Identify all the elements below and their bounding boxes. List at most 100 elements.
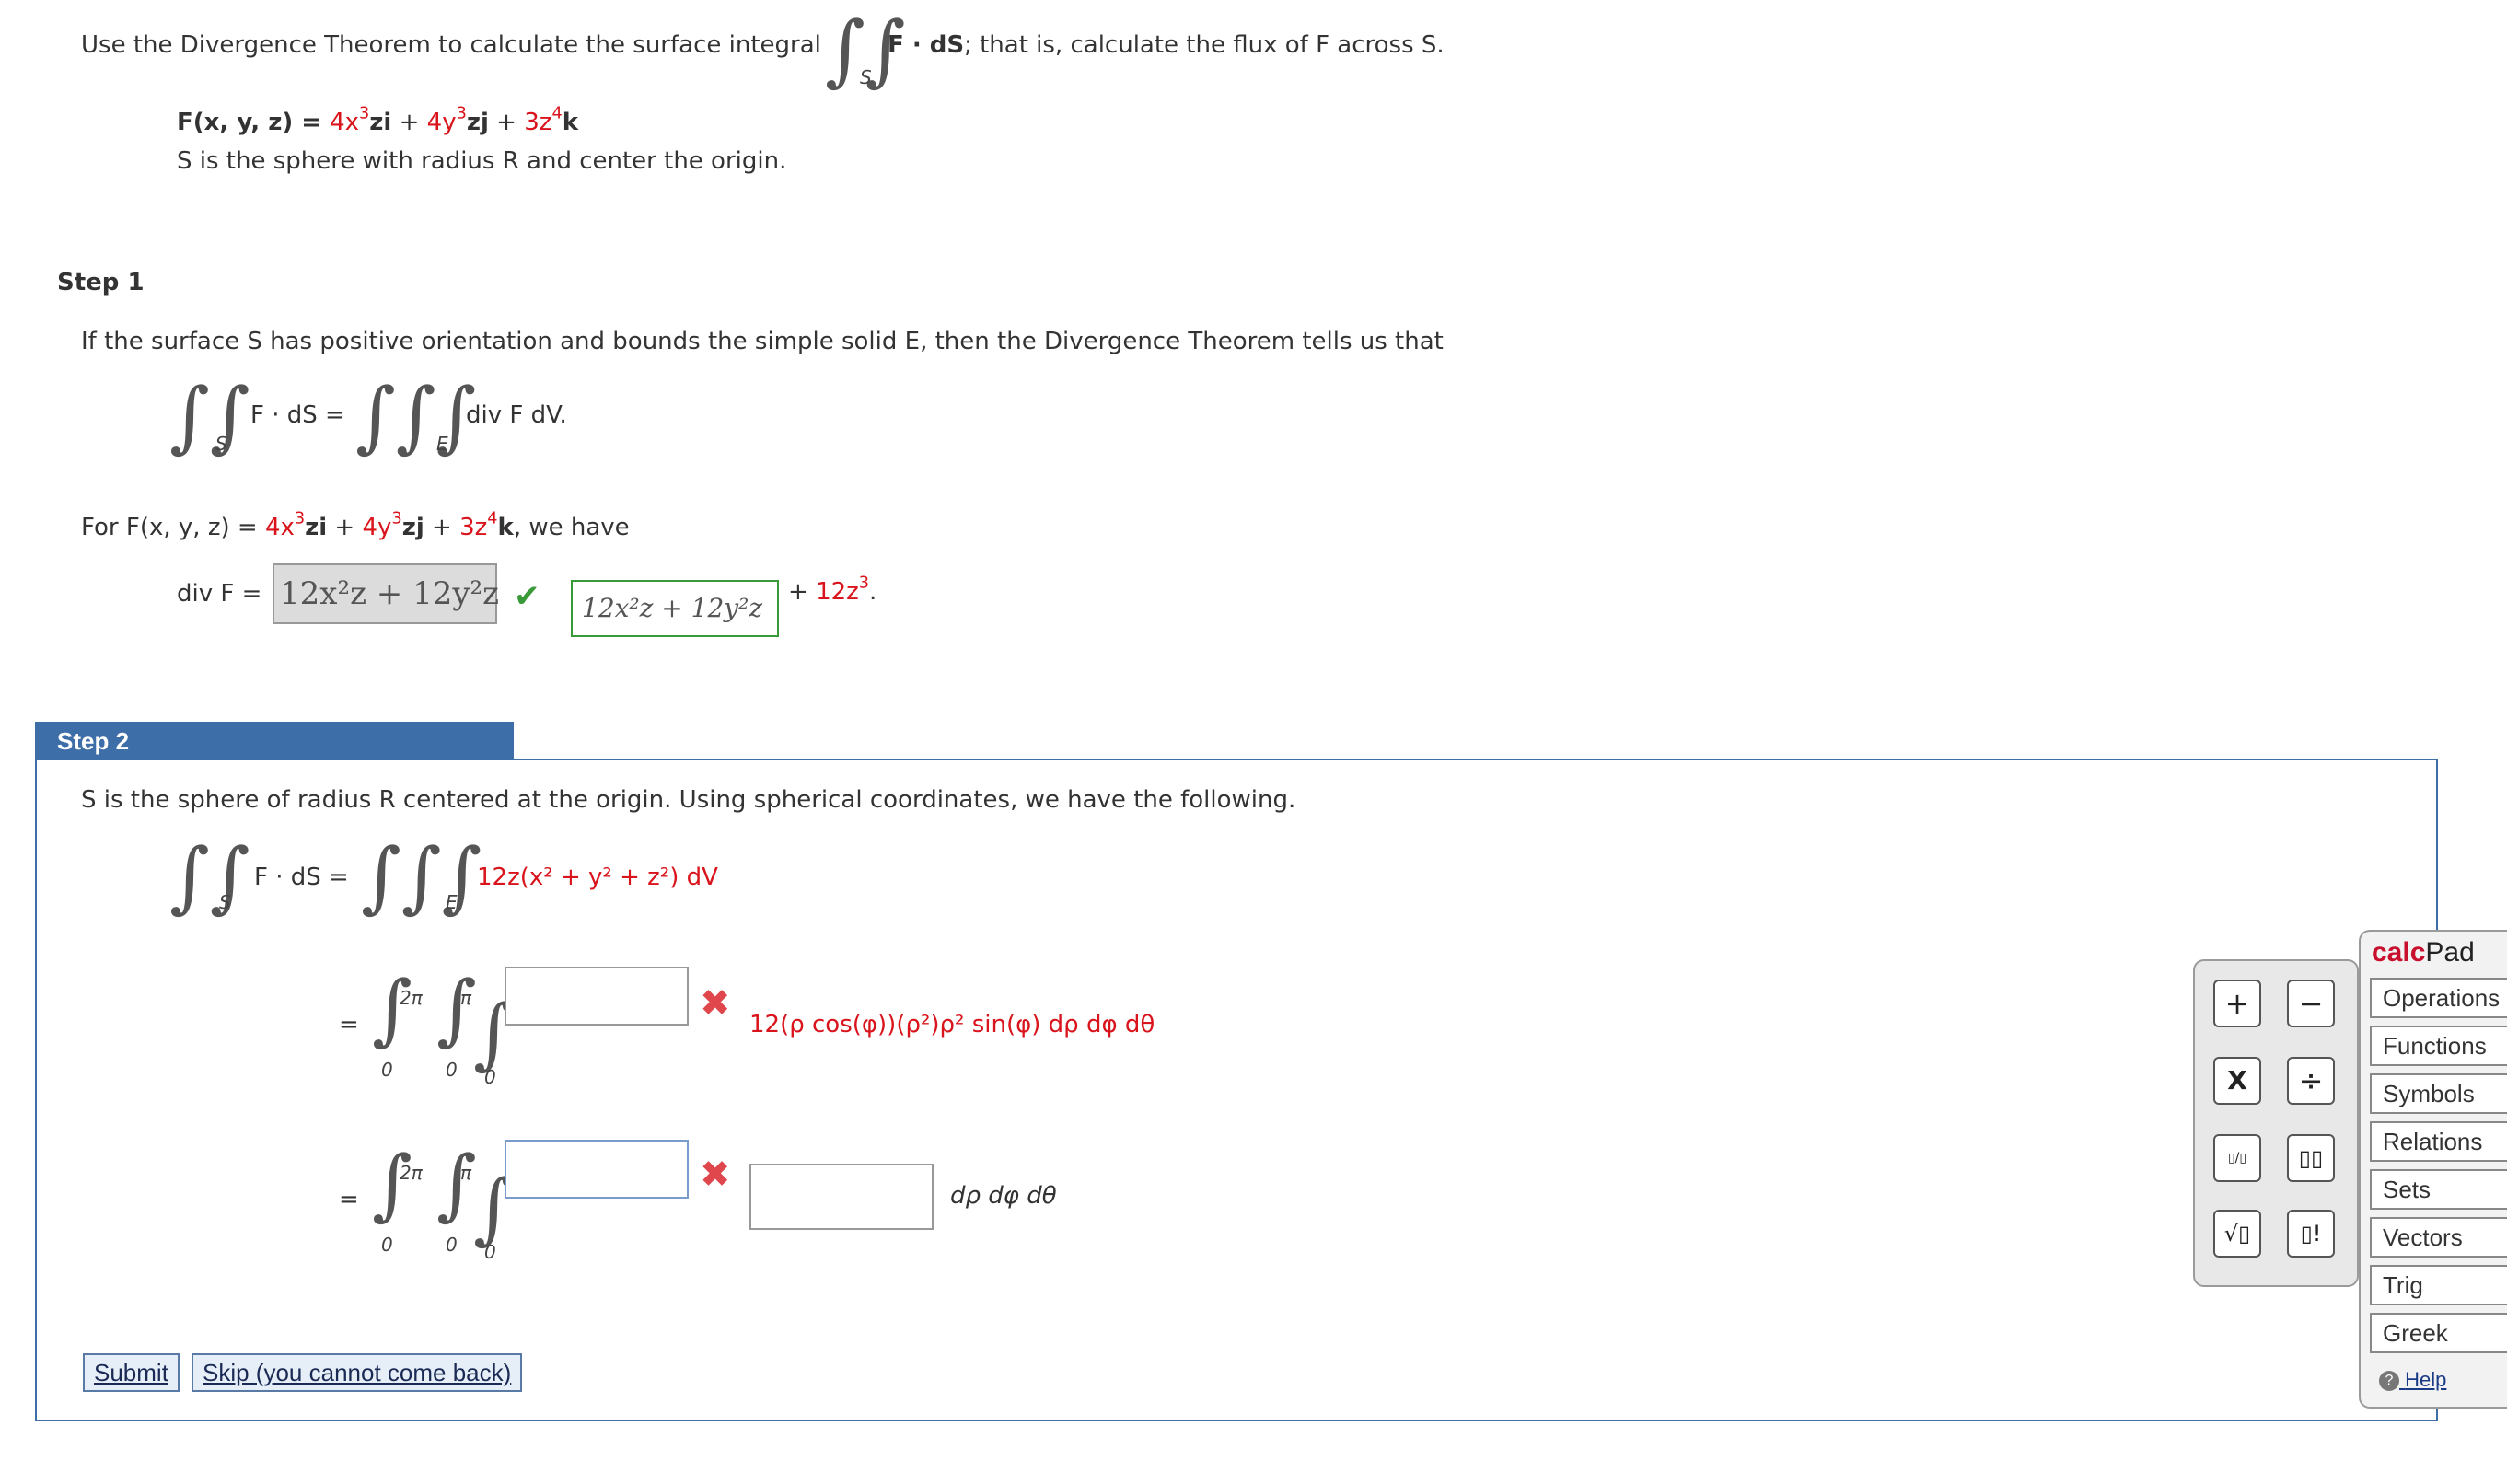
div-f-tail-period: . <box>869 578 877 606</box>
intro-text: Use the Divergence Theorem to calculate … <box>81 31 821 59</box>
field-term3-exp: 4 <box>551 104 563 123</box>
help-label: Help <box>2405 1368 2447 1391</box>
step1-plus-2: + <box>424 514 460 541</box>
skip-button[interactable]: Skip (you cannot come back) <box>192 1353 523 1392</box>
field-term1-coef: 4x <box>330 109 360 136</box>
step1-text: If the surface S has positive orientatio… <box>81 328 1444 355</box>
submit-button[interactable]: Submit <box>83 1353 180 1392</box>
step2-text: S is the sphere of radius R centered at … <box>81 786 1295 814</box>
step1-term2-exp: 3 <box>391 509 402 528</box>
divide-key[interactable]: ÷ <box>2287 1057 2335 1105</box>
step1-rhs-sub: E <box>436 433 448 455</box>
tab-operations[interactable]: Operations <box>2370 978 2507 1018</box>
step1-triple-integral-icon: ∫∫∫ <box>355 371 477 461</box>
row2-error-x-icon: ✖ <box>700 1154 731 1196</box>
calcpad-title-calc: calc <box>2372 937 2426 968</box>
row2-equals: = <box>339 1186 359 1213</box>
step1-term3-coef: 3z <box>459 514 488 541</box>
div-f-label: div F = <box>177 580 262 608</box>
calcpad-title-pad: Pad <box>2425 937 2475 968</box>
field-term1-tail: zi <box>369 109 392 136</box>
row2-integral-theta-icon: ∫ <box>372 1139 412 1229</box>
row1-upper-theta: 2π <box>400 987 423 1009</box>
step2-text-content: S is the sphere of radius R centered at … <box>81 786 1296 814</box>
field-term2-exp: 3 <box>456 104 467 123</box>
row2-upper-rho-input[interactable] <box>505 1140 689 1199</box>
row1-integral-phi-icon: ∫ <box>436 964 477 1054</box>
step1-double-integral-icon: ∫∫ <box>169 371 250 461</box>
step1-term1-tail: zi <box>305 514 328 541</box>
row1-equals: = <box>339 1011 359 1038</box>
tab-vectors[interactable]: Vectors <box>2370 1217 2507 1258</box>
intro-integrand: F · dS; that is, calculate the flux of F… <box>888 31 1445 59</box>
superscript-key[interactable]: ▯▯ <box>2287 1134 2335 1182</box>
step1-term2-tail: zj <box>401 514 424 541</box>
field-term3-tail: k <box>562 109 578 136</box>
row1-integrand: 12(ρ cos(φ))(ρ²)ρ² sin(φ) dρ dφ dθ <box>749 1011 1155 1038</box>
row1-upper-rho-input[interactable] <box>505 967 689 1026</box>
tab-symbols[interactable]: Symbols <box>2370 1073 2507 1114</box>
step1-term3-exp: 4 <box>487 509 498 528</box>
step1-term2-coef: 4y <box>362 514 392 541</box>
field-lhs: F(x, y, z) = <box>177 109 331 136</box>
row2-upper-theta: 2π <box>400 1162 423 1184</box>
div-f-answer-input[interactable]: 12x²z + 12y²z <box>273 563 499 624</box>
step1-term1-exp: 3 <box>294 509 306 528</box>
step1-term1-coef: 4x <box>264 514 295 541</box>
surface-description: S is the sphere with radius R and center… <box>177 147 787 175</box>
step1-term3-tail: k <box>497 514 514 541</box>
step2-rhs-integrand: 12z(x² + y² + z²) dV <box>477 864 718 891</box>
step2-lhs-sub: S <box>219 891 231 913</box>
field-term3-coef: 3z <box>524 109 552 136</box>
intro-integral-sub: S <box>860 66 872 88</box>
row2-lower-phi: 0 <box>446 1234 458 1256</box>
tab-greek[interactable]: Greek <box>2370 1313 2507 1353</box>
calcpad-help-link[interactable]: ? Help <box>2379 1368 2446 1392</box>
tab-trig[interactable]: Trig <box>2370 1265 2507 1305</box>
sqrt-key[interactable]: √▯ <box>2213 1210 2261 1258</box>
step2-lhs: F · dS = <box>254 864 349 891</box>
minus-key[interactable]: − <box>2287 980 2335 1027</box>
tab-relations[interactable]: Relations <box>2370 1121 2507 1162</box>
row1-integral-theta-icon: ∫ <box>372 964 412 1054</box>
help-icon: ? <box>2379 1371 2399 1392</box>
row2-lower-rho: 0 <box>484 1241 496 1263</box>
field-term2-tail: zj <box>466 109 489 136</box>
correct-check-icon: ✔ <box>514 578 540 615</box>
intro-text-after: ; that is, calculate the flux of F acros… <box>964 31 1445 59</box>
fraction-key[interactable]: ▯/▯ <box>2213 1134 2261 1182</box>
step1-lhs: F · dS = <box>250 401 345 429</box>
field-plus-2: + <box>488 109 525 136</box>
row1-lower-rho: 0 <box>484 1066 496 1088</box>
intro-integrand-text: F · dS <box>888 31 965 59</box>
div-f-tail: + 12z3. <box>788 575 877 606</box>
field-term2-coef: 4y <box>426 109 457 136</box>
step1-lhs-sub: S <box>215 433 227 455</box>
row1-lower-theta: 0 <box>381 1059 393 1081</box>
step1-label: Step 1 <box>57 269 145 296</box>
step2-label: Step 2 <box>35 722 514 760</box>
step1-plus-1: + <box>327 514 363 541</box>
row2-integral-phi-icon: ∫ <box>436 1139 477 1229</box>
factorial-key[interactable]: ▯! <box>2287 1210 2335 1258</box>
field-plus-1: + <box>391 109 427 136</box>
step1-for-start: For F(x, y, z) = <box>81 514 265 541</box>
tab-sets[interactable]: Sets <box>2370 1169 2507 1210</box>
calcpad-title: calcPad <box>2372 937 2475 968</box>
row1-upper-phi: π <box>460 987 472 1009</box>
div-f-tail-term: 12z <box>816 578 859 606</box>
row1-lower-phi: 0 <box>446 1059 458 1081</box>
intro-text-before: Use the Divergence Theorem to calculate … <box>81 31 821 59</box>
step1-rhs: div F dV. <box>466 401 567 429</box>
plus-key[interactable]: + <box>2213 980 2261 1027</box>
row2-integrand-input[interactable] <box>749 1164 934 1230</box>
times-key[interactable]: X <box>2213 1057 2261 1105</box>
tab-functions[interactable]: Functions <box>2370 1026 2507 1066</box>
step2-rhs-sub: E <box>446 891 458 913</box>
correct-answer-display: 12x²z + 12y²z <box>571 580 779 637</box>
field-term1-exp: 3 <box>359 104 370 123</box>
step1-for-line: For F(x, y, z) = 4x3zi + 4y3zj + 3z4k, w… <box>81 511 630 541</box>
div-f-tail-exp: 3 <box>858 574 870 593</box>
step1-for-end: , we have <box>513 514 630 541</box>
row1-error-x-icon: ✖ <box>700 982 731 1025</box>
